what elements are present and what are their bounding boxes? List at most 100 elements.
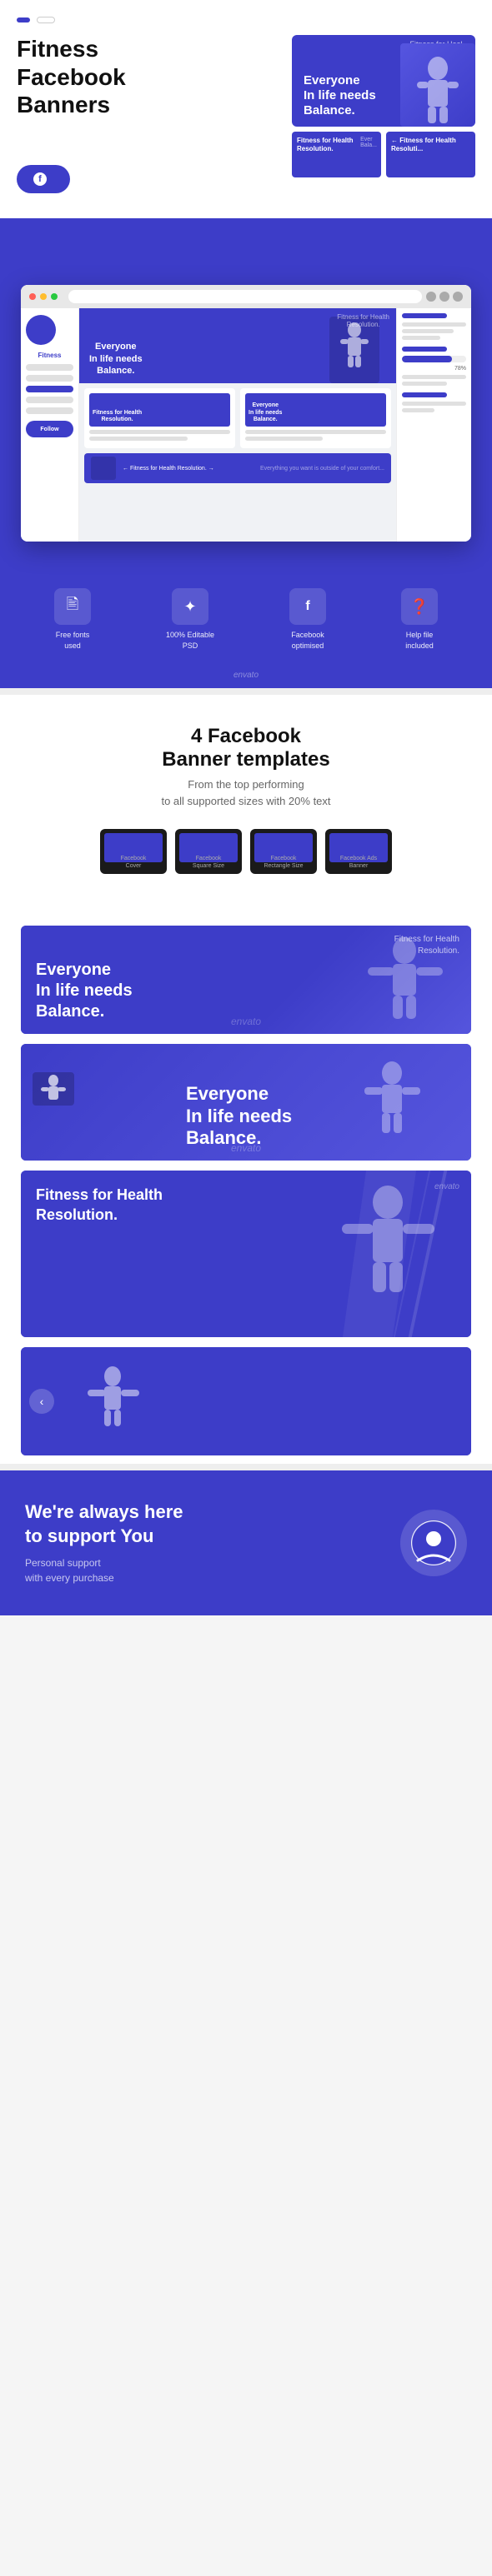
section-divider-2 bbox=[0, 1464, 492, 1470]
support-face-icon bbox=[411, 1520, 456, 1565]
browser-url-bar bbox=[68, 290, 422, 303]
browser-bar bbox=[21, 285, 471, 308]
browser-actions bbox=[426, 292, 463, 302]
fb-browser-ad: ← Fitness for Health Resolution. → Every… bbox=[84, 453, 391, 483]
badges-row bbox=[17, 17, 475, 23]
fb-sidebar-brand: Fitness bbox=[26, 352, 73, 359]
fb-right-posts-line bbox=[402, 402, 466, 406]
fb-right-community bbox=[402, 313, 466, 340]
fb-right-line-1 bbox=[402, 322, 466, 327]
fb-sidebar-item-1 bbox=[26, 364, 73, 371]
fb-post-line-4 bbox=[245, 437, 323, 441]
support-svg bbox=[411, 1520, 456, 1565]
feature-item-fb: f Facebookoptimised bbox=[289, 588, 326, 651]
building-envato bbox=[17, 258, 475, 268]
support-title: We're always hereto support You bbox=[25, 1500, 183, 1548]
browser-dot-2 bbox=[40, 293, 47, 300]
browser-dot-3 bbox=[51, 293, 58, 300]
hero-title: FitnessFacebookBanners bbox=[17, 35, 284, 119]
fb-sidebar-profile bbox=[26, 315, 56, 345]
template-thumb-square: FacebookSquare Size bbox=[175, 829, 242, 874]
support-icon-container bbox=[400, 1510, 467, 1576]
building-section: Fitness Follow bbox=[0, 218, 492, 575]
fb-browser-ad-sub: Everything you want is outside of your c… bbox=[260, 466, 384, 472]
preview-small-1: Fitness for HealthResolution. EverBala..… bbox=[292, 132, 381, 177]
template-thumbs-row: FacebookCover FacebookSquare Size Facebo… bbox=[17, 829, 475, 874]
fb-right-posts-title bbox=[402, 392, 447, 397]
preview-small-1-text: Fitness for HealthResolution. bbox=[297, 137, 376, 154]
feature-label-psd: 100% EditablePSD bbox=[166, 630, 214, 651]
browser-mockup: Fitness Follow bbox=[21, 285, 471, 542]
fb-sidebar-item-2 bbox=[26, 375, 73, 382]
fb-post-line-2 bbox=[89, 437, 188, 441]
fb-post-img-text-2: EveryoneIn life needsBalance. bbox=[249, 402, 282, 423]
hero-preview-images: Fitness for Heal... EveryoneIn life need… bbox=[292, 35, 475, 177]
fb-cover-image: EveryoneIn life needsBalance. Fitness fo… bbox=[79, 308, 396, 383]
browser-dot-1 bbox=[29, 293, 36, 300]
fb-sidebar-item-active bbox=[26, 386, 73, 392]
square-size-label bbox=[17, 1161, 475, 1171]
template-thumb-cover: FacebookCover bbox=[100, 829, 167, 874]
template-thumb-square-label: FacebookSquare Size bbox=[193, 855, 224, 870]
preview-main-text: EveryoneIn life needsBalance. bbox=[304, 73, 376, 118]
fb-posts-row: Fitness for HealthResolution. EveryoneIn… bbox=[79, 383, 396, 453]
preview-main-banner: Fitness for Heal... EveryoneIn life need… bbox=[292, 35, 475, 127]
support-circle bbox=[400, 1510, 467, 1576]
support-subtitle: Personal supportwith every purchase bbox=[25, 1555, 183, 1585]
template-thumb-ads: Facebook AdsBanner bbox=[325, 829, 392, 874]
browser-action-dot-2 bbox=[439, 292, 449, 302]
fb-post-card-1: Fitness for HealthResolution. bbox=[84, 388, 235, 448]
browser-content: Fitness Follow bbox=[21, 308, 471, 542]
square-banner-envato: envato bbox=[434, 1182, 459, 1191]
image-post-content bbox=[163, 1390, 429, 1412]
image-post-banner: ‹ › bbox=[21, 1347, 471, 1455]
facebook-button[interactable]: f bbox=[17, 165, 70, 193]
fb-progress-pct: 78% bbox=[402, 366, 466, 372]
cover-banner-text: EveryoneIn life needsBalance. bbox=[36, 960, 133, 1022]
fb-post-line-1 bbox=[89, 430, 230, 434]
badge-fb-banners bbox=[37, 17, 55, 23]
feature-icon-psd: ✦ bbox=[172, 588, 208, 625]
image-post-size-label bbox=[17, 1337, 475, 1347]
template-thumb-cover-label: FacebookCover bbox=[121, 855, 147, 870]
preview-small-2: ← Fitness for Health Resoluti... bbox=[386, 132, 475, 177]
hero-content: FitnessFacebookBanners f Fitness for Hea… bbox=[17, 35, 475, 193]
image-post-figure bbox=[63, 1360, 163, 1443]
templates-title: 4 FacebookBanner templates bbox=[17, 725, 475, 771]
fb-right-pages-line-2 bbox=[402, 382, 447, 386]
fb-sidebar-item-4 bbox=[26, 407, 73, 414]
cover-banner-label: Fitness for HealthResolution. bbox=[394, 934, 459, 957]
features-row: 🖹 Free fontsused ✦ 100% EditablePSD f Fa… bbox=[0, 575, 492, 671]
hero-section: FitnessFacebookBanners f Fitness for Hea… bbox=[0, 0, 492, 218]
support-text: We're always hereto support You Personal… bbox=[25, 1500, 183, 1585]
facebook-icon: f bbox=[33, 172, 47, 186]
fb-right-pages-title bbox=[402, 347, 447, 352]
feature-item-fonts: 🖹 Free fontsused bbox=[54, 588, 91, 651]
fb-sidebar-spacer: Follow bbox=[26, 421, 73, 437]
template-thumb-ads-label: Facebook AdsBanner bbox=[340, 855, 377, 870]
square-banner: Fitness for HealthResolution. envato bbox=[21, 1171, 471, 1337]
fb-browser-ad-img bbox=[91, 457, 116, 480]
fb-post-img-text-1: Fitness for HealthResolution. bbox=[93, 410, 142, 424]
fb-progress-fill-1 bbox=[402, 356, 452, 362]
square-banner-text: Fitness for HealthResolution. bbox=[36, 1186, 163, 1225]
feature-label-help: Help fileincluded bbox=[401, 630, 438, 651]
ads-banner: Fitness for HealthResolution. EveryoneIn… bbox=[21, 1044, 471, 1161]
section-divider-1 bbox=[0, 688, 492, 695]
fb-right-posts-line-2 bbox=[402, 408, 434, 412]
feature-icon-fb: f bbox=[289, 588, 326, 625]
fb-right-pages: 78% bbox=[402, 347, 466, 386]
preview-small-2-text: ← Fitness for Health Resoluti... bbox=[391, 137, 470, 154]
fb-right-line-2 bbox=[402, 329, 454, 333]
ads-size-label bbox=[17, 1034, 475, 1044]
cover-banner-right: Fitness for HealthResolution. bbox=[394, 934, 459, 957]
ads-banner-figure-small bbox=[33, 1072, 74, 1106]
fb-right-community-title bbox=[402, 313, 447, 318]
fb-sidebar-cta-text: Follow bbox=[40, 427, 58, 432]
feature-icon-fonts: 🖹 bbox=[54, 588, 91, 625]
feature-label-fonts: Free fontsused bbox=[54, 630, 91, 651]
template-thumb-rect-label: FacebookRectangle Size bbox=[264, 855, 303, 870]
browser-action-dot bbox=[426, 292, 436, 302]
fb-sidebar-cta: Follow bbox=[26, 421, 73, 437]
fb-sidebar-item-3 bbox=[26, 397, 73, 403]
